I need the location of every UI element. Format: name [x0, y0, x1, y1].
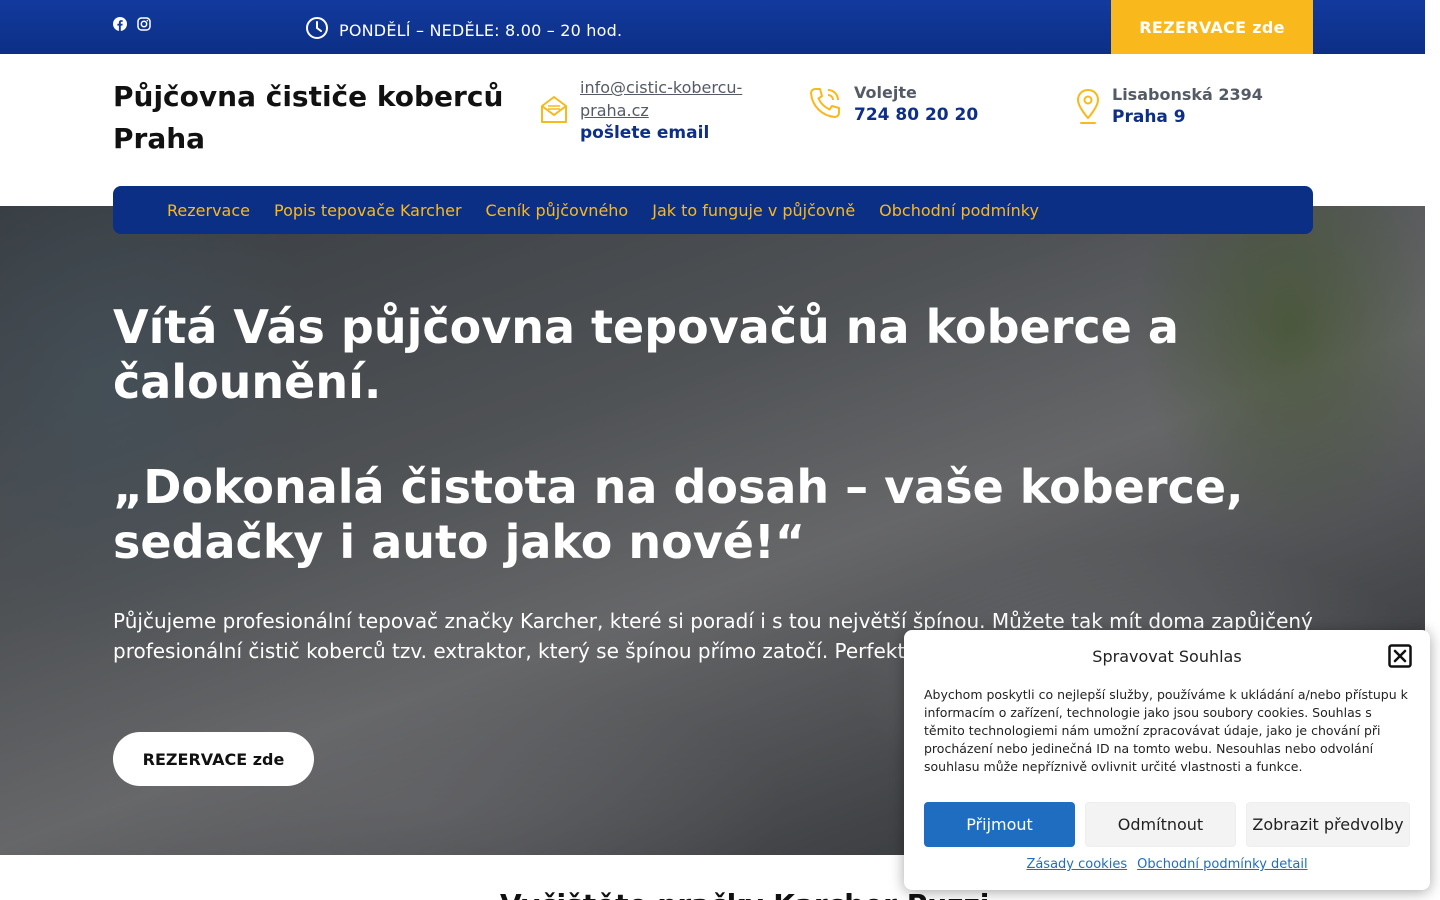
nav-item-jak-to-funguje[interactable]: Jak to funguje v půjčovně	[652, 201, 855, 220]
nav-item-popis[interactable]: Popis tepovače Karcher	[274, 201, 462, 220]
phone-number[interactable]: 724 80 20 20	[854, 104, 978, 126]
nav-item-obchodni-podminky[interactable]: Obchodní podmínky	[879, 201, 1039, 220]
close-icon[interactable]	[1388, 644, 1412, 668]
envelope-icon	[540, 94, 568, 128]
clock-icon	[305, 16, 329, 44]
cookie-deny-button[interactable]: Odmítnout	[1085, 802, 1236, 847]
cookie-text: Abychom poskytli co nejlepší služby, pou…	[924, 687, 1408, 774]
address-street: Lisabonská 2394	[1112, 85, 1263, 104]
instagram-icon[interactable]	[137, 16, 151, 31]
reservation-button-hero[interactable]: REZERVACE zde	[113, 732, 314, 786]
cookie-policy-link[interactable]: Zásady cookies	[1026, 857, 1127, 872]
contact-email: info@cistic-kobercu-praha.cz pošlete ema…	[540, 76, 760, 144]
reservation-button-top[interactable]: REZERVACE zde	[1111, 0, 1313, 54]
location-pin-icon	[1076, 88, 1100, 130]
nav-item-rezervace[interactable]: Rezervace	[167, 201, 250, 220]
cookie-preferences-button[interactable]: Zobrazit předvolby	[1246, 802, 1410, 847]
contact-phone: Volejte 724 80 20 20	[808, 82, 978, 126]
contact-address: Lisabonská 2394 Praha 9	[1076, 84, 1263, 130]
social-links	[113, 16, 151, 31]
email-label[interactable]: pošlete email	[580, 122, 760, 144]
cookie-consent-dialog: Spravovat Souhlas Abychom poskytli co ne…	[904, 630, 1430, 890]
phone-icon	[808, 86, 842, 124]
facebook-icon[interactable]	[113, 16, 127, 31]
top-bar: PONDĚLÍ – NEDĚLE: 8.00 – 20 hod. REZERVA…	[0, 0, 1425, 54]
opening-hours: PONDĚLÍ – NEDĚLE: 8.00 – 20 hod.	[305, 16, 622, 44]
cookie-title: Spravovat Souhlas	[1092, 647, 1242, 666]
site-header: Půjčovna čističe koberců Praha info@cist…	[0, 54, 1425, 206]
hero-quote: „Dokonalá čistota na dosah – vaše koberc…	[113, 460, 1244, 569]
main-nav: Rezervace Popis tepovače Karcher Ceník p…	[113, 186, 1313, 234]
cookie-accept-button[interactable]: Přijmout	[924, 802, 1075, 847]
opening-hours-text: PONDĚLÍ – NEDĚLE: 8.00 – 20 hod.	[339, 20, 623, 40]
phone-label: Volejte	[854, 83, 917, 102]
terms-detail-link[interactable]: Obchodní podmínky detail	[1137, 857, 1307, 872]
cookie-links: Zásady cookies Obchodní podmínky detail	[904, 857, 1430, 872]
hero-title: Vítá Vás půjčovna tepovačů na koberce a …	[113, 300, 1179, 409]
address-city: Praha 9	[1112, 107, 1186, 127]
site-title[interactable]: Půjčovna čističe koberců Praha	[113, 76, 523, 160]
nav-item-cenik[interactable]: Ceník půjčovného	[486, 201, 629, 220]
email-link[interactable]: info@cistic-kobercu-praha.cz	[580, 76, 760, 122]
